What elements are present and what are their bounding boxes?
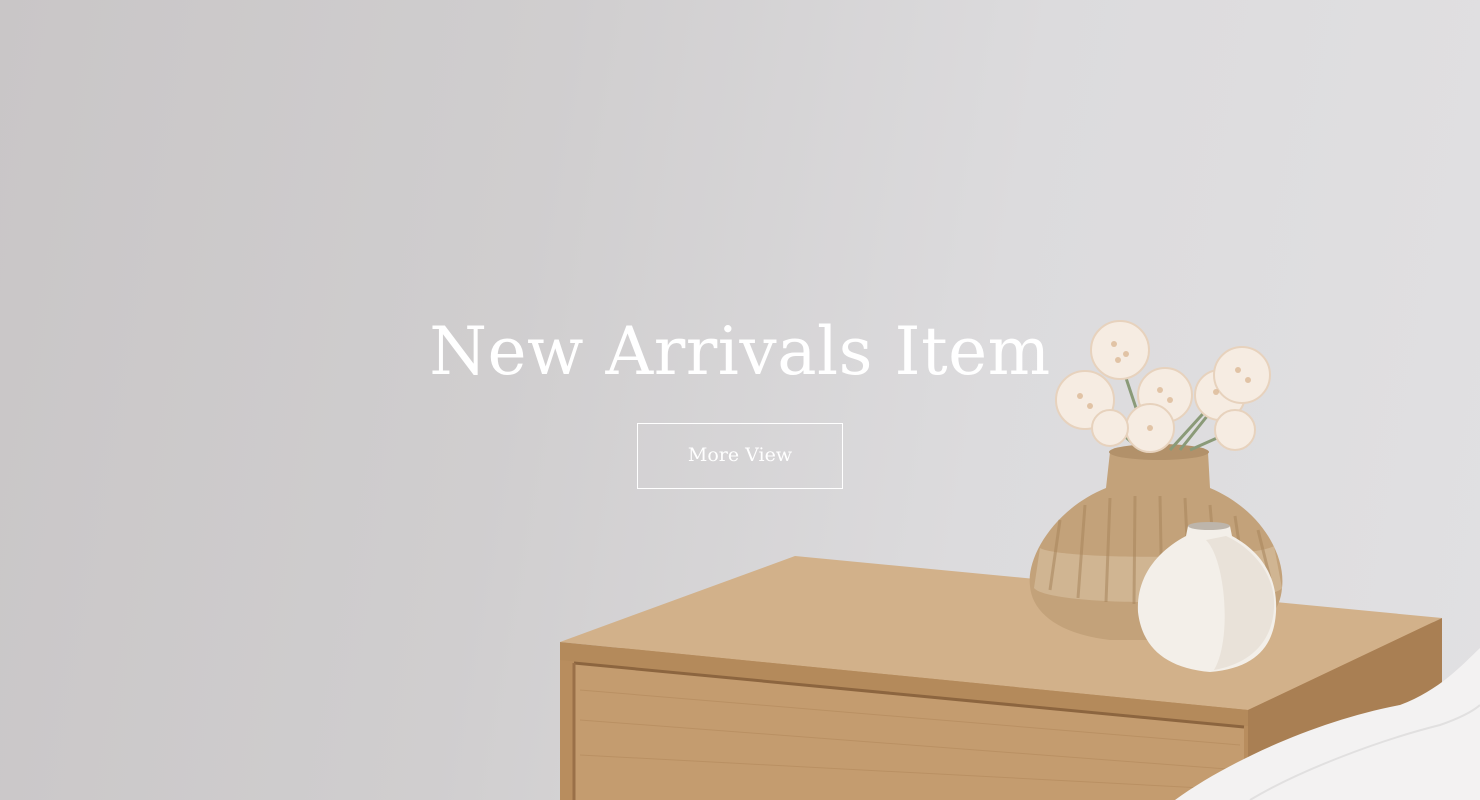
more-view-button[interactable]: More View [637, 423, 843, 489]
hero-title: New Arrivals Item [429, 313, 1051, 390]
hero-content: New Arrivals Item More View [0, 308, 1480, 489]
hero-banner: New Arrivals Item More View [0, 0, 1480, 800]
